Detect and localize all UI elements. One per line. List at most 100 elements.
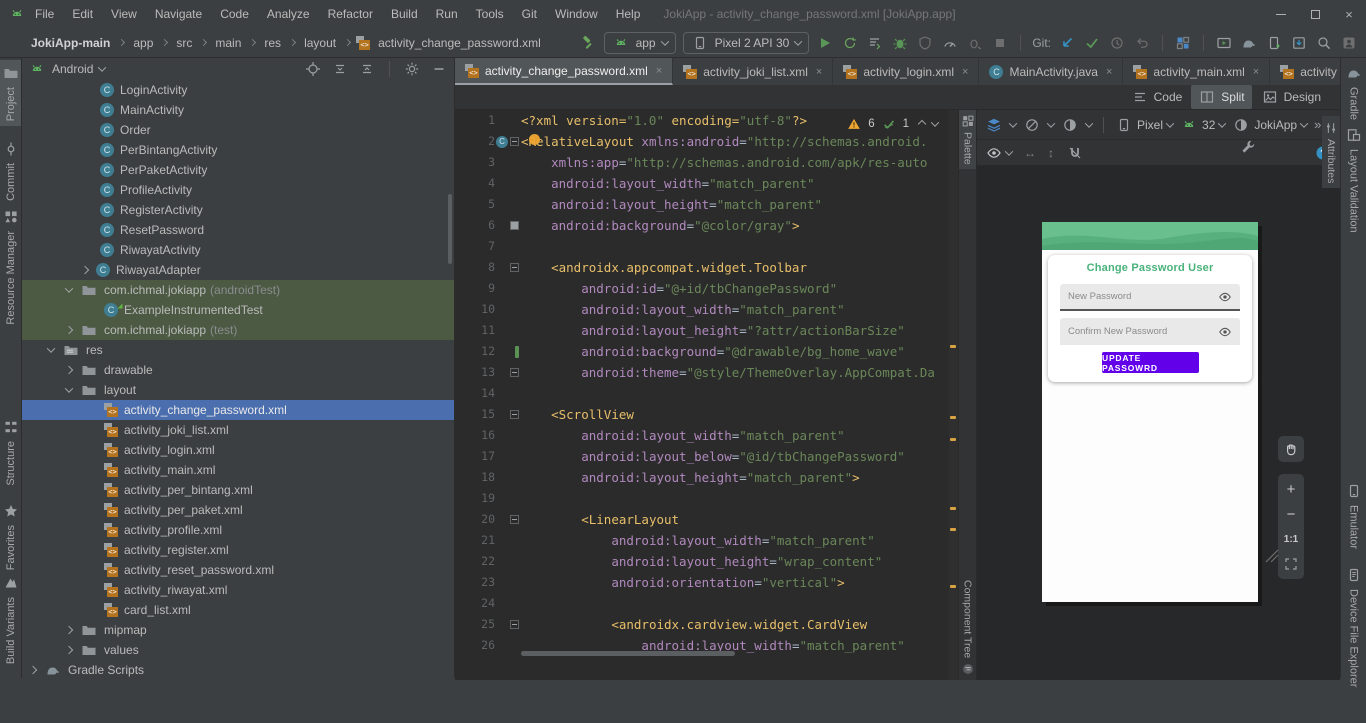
stripe-item-emulator[interactable]: Emulator <box>1341 478 1366 556</box>
mode-design[interactable]: Design <box>1254 85 1328 109</box>
pan-hand-button[interactable] <box>1278 436 1304 462</box>
tree-item[interactable]: mipmap <box>22 620 454 640</box>
toggle-password-visibility-icon[interactable] <box>1218 288 1232 306</box>
git-history-button[interactable] <box>1108 34 1126 52</box>
tab-component-tree[interactable]: Component Tree <box>959 575 976 680</box>
git-rollback-button[interactable] <box>1133 34 1151 52</box>
menu-refactor[interactable]: Refactor <box>319 3 382 25</box>
zoom-out-button[interactable]: − <box>1279 503 1303 525</box>
autoconnect-off-icon[interactable] <box>1066 144 1084 162</box>
color-swatch-icon[interactable] <box>510 221 519 230</box>
fold-marker-icon[interactable] <box>510 368 519 377</box>
tree-item[interactable]: C ResetPassword <box>22 220 454 240</box>
tab-activity_main-xml[interactable]: activity_main.xml × <box>1123 58 1271 85</box>
code-line[interactable]: 13 android:theme="@style/ThemeOverlay.Ap… <box>455 362 958 383</box>
tree-item[interactable]: C PerPaketActivity <box>22 160 454 180</box>
code-line[interactable]: 17 android:layout_below="@id/tbChangePas… <box>455 446 958 467</box>
tree-item[interactable]: activity_profile.xml <box>22 520 454 540</box>
menu-window[interactable]: Window <box>546 3 607 25</box>
profile-button[interactable] <box>916 34 934 52</box>
orientation-icon[interactable] <box>1023 116 1041 134</box>
code-line[interactable]: 20 <LinearLayout <box>455 509 958 530</box>
error-stripe[interactable] <box>949 110 958 680</box>
code-editor[interactable]: 1 <?xml version="1.0" encoding="utf-8"?> 2… <box>455 110 958 680</box>
tree-item[interactable]: activity_reset_password.xml <box>22 560 454 580</box>
preview-theme-selector[interactable]: JokiApp <box>1232 116 1309 134</box>
tree-item[interactable]: C RiwayatActivity <box>22 240 454 260</box>
code-line[interactable]: 4 android:layout_width="match_parent" <box>455 173 958 194</box>
project-structure-button[interactable] <box>1174 34 1192 52</box>
code-line[interactable]: 21 android:layout_width="match_parent" <box>455 530 958 551</box>
code-line[interactable]: 5 android:layout_height="match_parent" <box>455 194 958 215</box>
tree-item[interactable]: C LoginActivity <box>22 80 454 100</box>
close-button[interactable]: × <box>1332 0 1366 28</box>
stripe-item-layout-validation[interactable]: Layout Validation <box>1341 122 1366 240</box>
tree-item[interactable]: activity_main.xml <box>22 460 454 480</box>
code-line[interactable]: 10 android:layout_width="match_parent" <box>455 299 958 320</box>
next-issue-icon[interactable] <box>930 118 940 127</box>
chevron-right-icon[interactable] <box>64 625 74 635</box>
git-commit-button[interactable] <box>1083 34 1101 52</box>
code-line[interactable]: 7 <box>455 236 958 257</box>
tree-item[interactable]: card_list.xml <box>22 600 454 620</box>
run-config-selector[interactable]: app <box>603 31 676 54</box>
confirm-password-field[interactable]: Confirm New Password <box>1060 318 1240 345</box>
minimize-button[interactable] <box>1264 0 1298 28</box>
preview-api-selector[interactable]: 32 <box>1180 116 1227 134</box>
tree-item[interactable]: activity_per_bintang.xml <box>22 480 454 500</box>
expand-all-button[interactable] <box>331 60 349 78</box>
close-icon[interactable]: × <box>1253 66 1259 78</box>
code-line[interactable]: 15 <ScrollView <box>455 404 958 425</box>
breadcrumb-item[interactable]: JokiApp-main <box>28 34 113 52</box>
code-line[interactable]: 24 <box>455 593 958 614</box>
search-everywhere-button[interactable] <box>1315 34 1333 52</box>
close-icon[interactable]: × <box>1106 66 1112 78</box>
mode-code[interactable]: Code <box>1124 85 1190 109</box>
tree-item[interactable]: res <box>22 340 454 360</box>
running-devices-button[interactable] <box>1215 34 1233 52</box>
fold-marker-icon[interactable] <box>510 263 519 272</box>
zoom-in-button[interactable]: + <box>1279 478 1303 500</box>
code-line[interactable]: 6 android:background="@color/gray"> <box>455 215 958 236</box>
menu-analyze[interactable]: Analyze <box>258 3 319 25</box>
menu-tools[interactable]: Tools <box>467 3 513 25</box>
tab-activity_change_password-xml[interactable]: activity_change_password.xml × <box>455 58 674 85</box>
inspections-widget[interactable]: 6 1 <box>843 114 942 134</box>
attach-debugger-button[interactable] <box>966 34 984 52</box>
code-line[interactable]: 12 android:background="@drawable/bg_home… <box>455 341 958 362</box>
tree-item[interactable]: C RegisterActivity <box>22 200 454 220</box>
stripe-item-resource-manager[interactable]: Resource Manager <box>0 204 21 332</box>
tree-item[interactable]: activity_joki_list.xml <box>22 420 454 440</box>
fold-marker-icon[interactable] <box>510 410 519 419</box>
new-password-field[interactable]: New Password <box>1060 284 1240 311</box>
stop-button[interactable] <box>991 34 1009 52</box>
mode-split[interactable]: Split <box>1191 85 1252 109</box>
chevron-right-icon[interactable] <box>64 645 74 655</box>
code-line[interactable]: 25 <androidx.cardview.widget.CardView <box>455 614 958 635</box>
tab-palette[interactable]: Palette <box>959 110 976 169</box>
apply-code-changes-button[interactable] <box>866 34 884 52</box>
build-hammer-button[interactable] <box>579 34 597 52</box>
toggle-password-visibility-icon[interactable] <box>1218 323 1232 341</box>
fold-marker-icon[interactable] <box>510 620 519 629</box>
code-line[interactable]: 18 android:layout_height="match_parent"> <box>455 467 958 488</box>
tree-item[interactable]: C Order <box>22 120 454 140</box>
code-line[interactable]: 22 android:layout_height="wrap_content" <box>455 551 958 572</box>
menu-run[interactable]: Run <box>427 3 467 25</box>
gradle-sync-button[interactable] <box>1240 34 1258 52</box>
tree-item[interactable]: com.ichmal.jokiapp (test) <box>22 320 454 340</box>
tree-item[interactable]: C MainActivity <box>22 100 454 120</box>
tab-attributes[interactable]: Attributes <box>1322 116 1340 189</box>
chevron-down-icon[interactable] <box>64 384 74 393</box>
menu-code[interactable]: Code <box>211 3 258 25</box>
collapse-all-button[interactable] <box>358 60 376 78</box>
stripe-item-structure[interactable]: Structure <box>0 414 21 492</box>
tab-activity_joki_list-xml[interactable]: activity_joki_list.xml × <box>673 58 834 85</box>
close-icon[interactable]: × <box>816 66 822 78</box>
menu-git[interactable]: Git <box>513 3 546 25</box>
tree-item[interactable]: drawable <box>22 360 454 380</box>
stripe-item-device-file-explorer[interactable]: Device File Explorer <box>1341 562 1366 687</box>
preview-device-selector[interactable]: Pixel <box>1115 116 1175 134</box>
fold-marker-icon[interactable] <box>510 137 519 146</box>
code-line[interactable]: 19 <box>455 488 958 509</box>
